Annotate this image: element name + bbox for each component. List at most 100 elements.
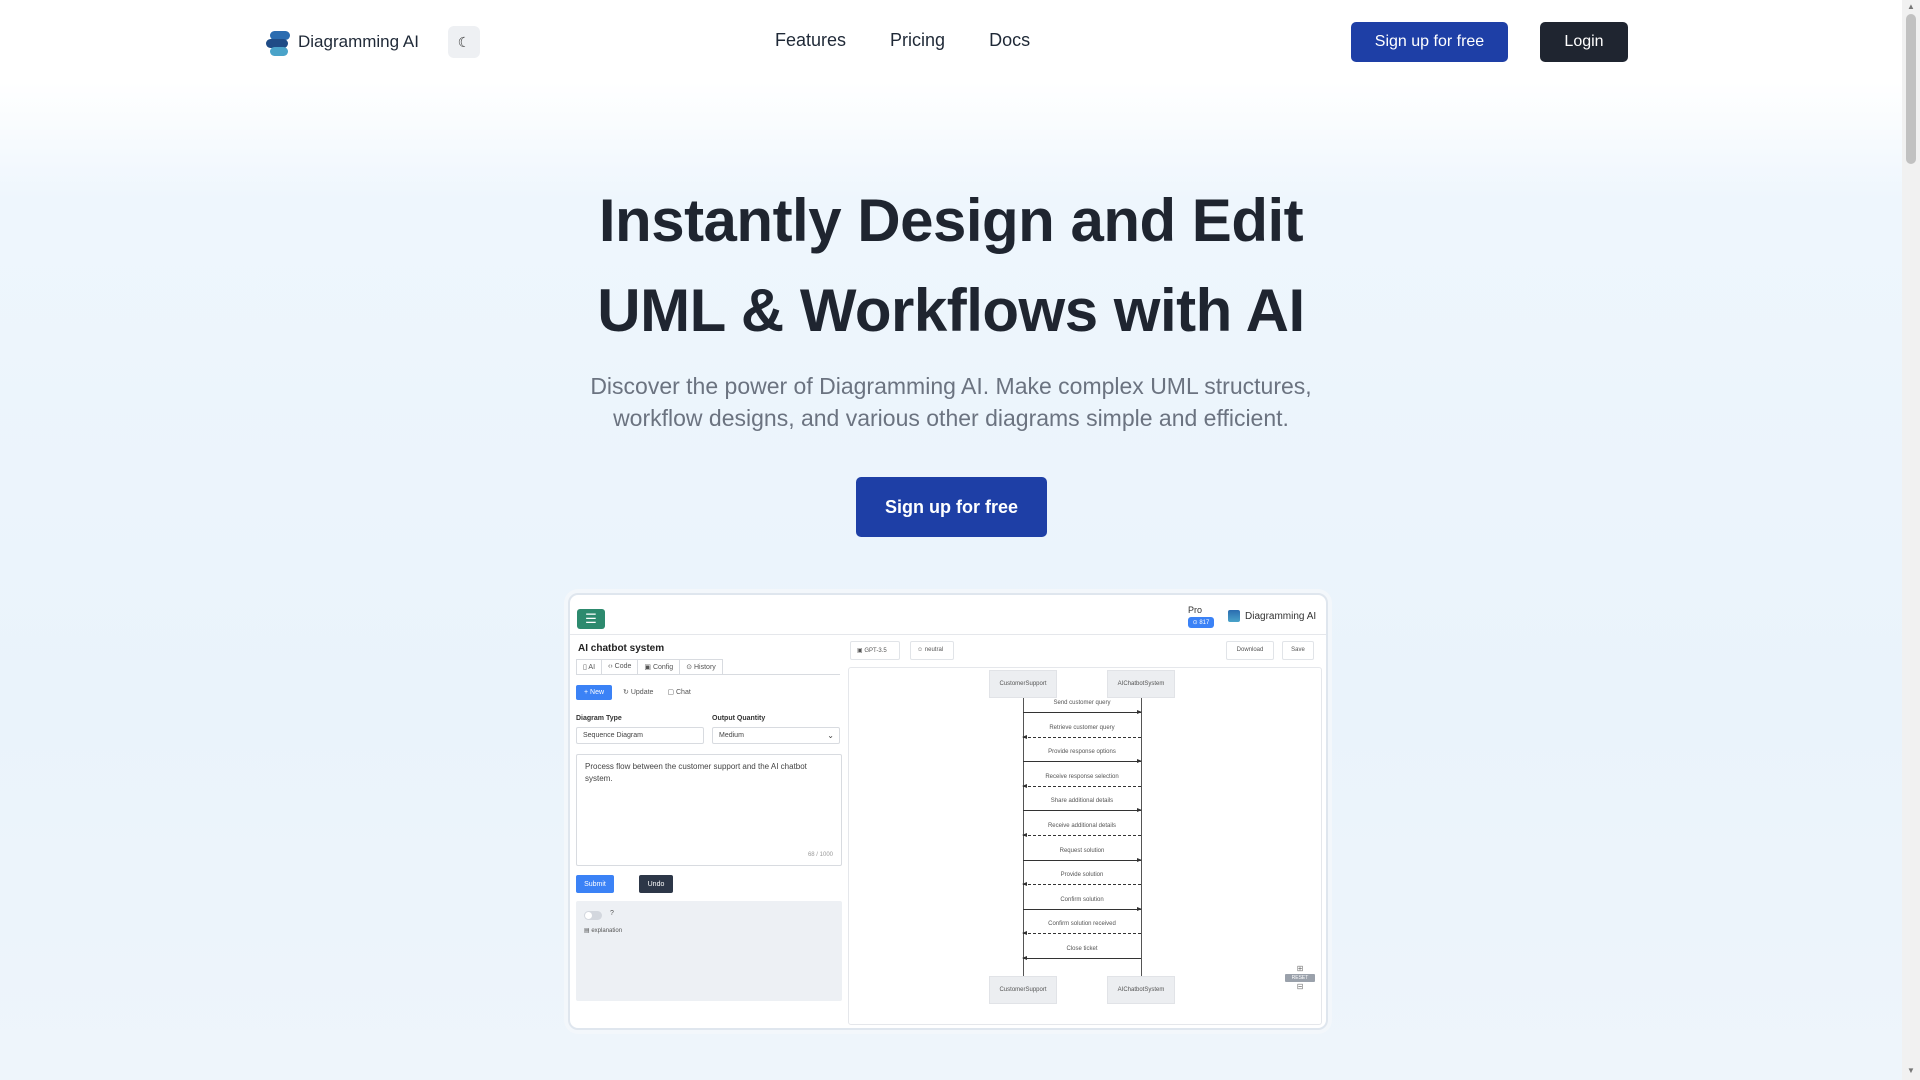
main-nav: Features Pricing Docs: [775, 30, 1030, 51]
scroll-down-icon[interactable]: ▼: [1907, 1066, 1915, 1075]
message-label: Receive additional details: [1047, 823, 1117, 829]
lifeline-ai-chatbot: [1141, 698, 1142, 994]
tab-ai[interactable]: ▯ AI: [576, 659, 603, 674]
message-label: Request solution: [1059, 847, 1105, 854]
chat-button[interactable]: ▢ Chat: [664, 684, 693, 700]
zoom-in-icon[interactable]: ⊞: [1285, 964, 1315, 974]
message-label: Share additional details: [1050, 798, 1114, 805]
message-arrow: [1023, 808, 1142, 813]
page-scrollbar[interactable]: ▲ ▼: [1902, 0, 1920, 1080]
reset-zoom-button[interactable]: RESET: [1285, 974, 1315, 982]
brand-name: Diagramming AI: [298, 32, 419, 51]
editor-tabs: ▯ AI ‹› Code ▣ Config ⊙ History: [576, 659, 840, 675]
model-chip[interactable]: ▣ GPT-3.5: [850, 641, 900, 660]
actor-ai-chatbot-bottom: AIChatbotSystem: [1107, 976, 1175, 1004]
message-label: Receive response selection: [1045, 773, 1119, 780]
app-preview: ☰ Pro ⊙ 817 Diagramming AI AI chatbot sy…: [568, 593, 1328, 1030]
message-arrow: [1022, 833, 1141, 837]
diagram-type-label: Diagram Type: [576, 715, 622, 722]
moon-icon: ☾: [457, 33, 471, 50]
plan-label: Pro: [1188, 605, 1203, 615]
sequence-message: Request solution: [1023, 847, 1142, 872]
editor-actions: + New ↻ Update ▢ Chat: [576, 684, 694, 700]
message-label: Confirm solution: [1060, 896, 1104, 903]
char-count: 68 / 1000: [807, 852, 833, 858]
options-panel: ? ▤ explanation: [576, 901, 842, 1001]
message-label: Provide solution: [1060, 872, 1104, 879]
theme-toggle-button[interactable]: ☾: [448, 26, 480, 58]
message-label: Send customer query: [1053, 700, 1111, 706]
credits-badge: ⊙ 817: [1188, 617, 1214, 628]
tab-history[interactable]: ⊙ History: [679, 659, 723, 674]
preview-topbar: ☰ Pro ⊙ 817 Diagramming AI: [570, 595, 1326, 635]
message-arrow: [1022, 783, 1141, 788]
update-button[interactable]: ↻ Update: [620, 684, 656, 700]
tab-config[interactable]: ▣ Config: [637, 659, 681, 674]
hero-subtitle: Discover the power of Diagramming AI. Ma…: [590, 373, 1312, 431]
actor-ai-chatbot-top: AIChatbotSystem: [1107, 670, 1175, 698]
sequence-message: Confirm solution received: [1022, 921, 1141, 945]
menu-icon[interactable]: ☰: [577, 609, 605, 629]
tone-chip[interactable]: ☺ neutral: [910, 641, 954, 660]
zoom-out-icon[interactable]: ⊟: [1285, 982, 1315, 992]
hero-signup-button[interactable]: Sign up for free: [856, 477, 1047, 537]
diagram-type-select[interactable]: Sequence Diagram: [576, 727, 704, 744]
message-label: Confirm solution received: [1048, 921, 1116, 928]
sequence-message: Send customer query: [1023, 700, 1142, 724]
logo-icon: [266, 28, 290, 56]
explanation-label: ▤ explanation: [584, 928, 623, 934]
preview-brand-name: Diagramming AI: [1245, 610, 1317, 622]
new-button[interactable]: + New: [576, 684, 613, 700]
brand-logo[interactable]: Diagramming AI: [266, 28, 419, 56]
download-button[interactable]: Download: [1226, 641, 1274, 660]
undo-button[interactable]: Undo: [639, 875, 673, 893]
message-arrow: [1023, 710, 1142, 714]
submit-button[interactable]: Submit: [576, 875, 614, 893]
hero-title-line-1: Instantly Design and Edit: [598, 187, 1304, 254]
message-arrow: [1022, 882, 1141, 887]
site-header: Diagramming AI ☾ Features Pricing Docs S…: [0, 0, 1902, 84]
diagram-toolbar: ▣ GPT-3.5 ☺ neutral Download Save: [850, 641, 1322, 661]
sequence-message: Confirm solution: [1023, 896, 1142, 921]
message-arrow: [1023, 759, 1142, 764]
header-signup-button[interactable]: Sign up for free: [1351, 22, 1508, 62]
message-arrow: [1022, 956, 1141, 960]
save-button[interactable]: Save: [1282, 641, 1314, 660]
output-quantity-label: Output Quantity: [712, 715, 766, 722]
message-label: Close ticket: [1066, 946, 1098, 952]
tab-code[interactable]: ‹› Code: [601, 659, 639, 674]
actor-customer-support-top: CustomerSupport: [989, 670, 1057, 698]
hero-title: Instantly Design and Edit UML & Workflow…: [0, 176, 1902, 356]
message-arrow: [1023, 906, 1142, 911]
sequence-message: Retrieve customer query: [1022, 724, 1141, 749]
logo-icon: [1228, 610, 1240, 622]
project-title: AI chatbot system: [578, 643, 665, 654]
sequence-message: Receive additional details: [1022, 823, 1141, 847]
explanation-toggle[interactable]: [584, 911, 602, 920]
sequence-message: Close ticket: [1022, 946, 1141, 970]
login-button[interactable]: Login: [1540, 22, 1628, 62]
message-arrow: [1022, 931, 1141, 936]
zoom-controls: ⊞ RESET ⊟: [1285, 964, 1315, 992]
chevron-down-icon: ⌄: [827, 731, 834, 740]
sequence-message: Receive response selection: [1022, 773, 1141, 798]
nav-docs[interactable]: Docs: [989, 30, 1030, 51]
scroll-up-icon[interactable]: ▲: [1907, 2, 1915, 11]
scroll-thumb[interactable]: [1906, 14, 1916, 164]
nav-pricing[interactable]: Pricing: [890, 30, 945, 51]
sequence-message: Provide response options: [1023, 749, 1142, 773]
sequence-message: Provide solution: [1022, 872, 1141, 896]
help-icon[interactable]: ?: [610, 910, 614, 917]
message-label: Provide response options: [1048, 749, 1116, 756]
editor-panel: AI chatbot system ▯ AI ‹› Code ▣ Config …: [576, 639, 842, 1027]
actor-customer-support-bottom: CustomerSupport: [989, 976, 1057, 1004]
sequence-message: Share additional details: [1023, 798, 1142, 822]
output-quantity-select[interactable]: Medium ⌄: [712, 727, 840, 744]
message-arrow: [1023, 857, 1142, 862]
nav-features[interactable]: Features: [775, 30, 846, 51]
message-label: Retrieve customer query: [1049, 724, 1115, 731]
hero-title-line-2: UML & Workflows with AI: [597, 277, 1305, 344]
preview-brand: Diagramming AI: [1228, 610, 1316, 622]
sequence-diagram: CustomerSupport AIChatbotSystem Send cus…: [848, 667, 1322, 1025]
prompt-textarea[interactable]: Process flow between the customer suppor…: [576, 754, 842, 866]
